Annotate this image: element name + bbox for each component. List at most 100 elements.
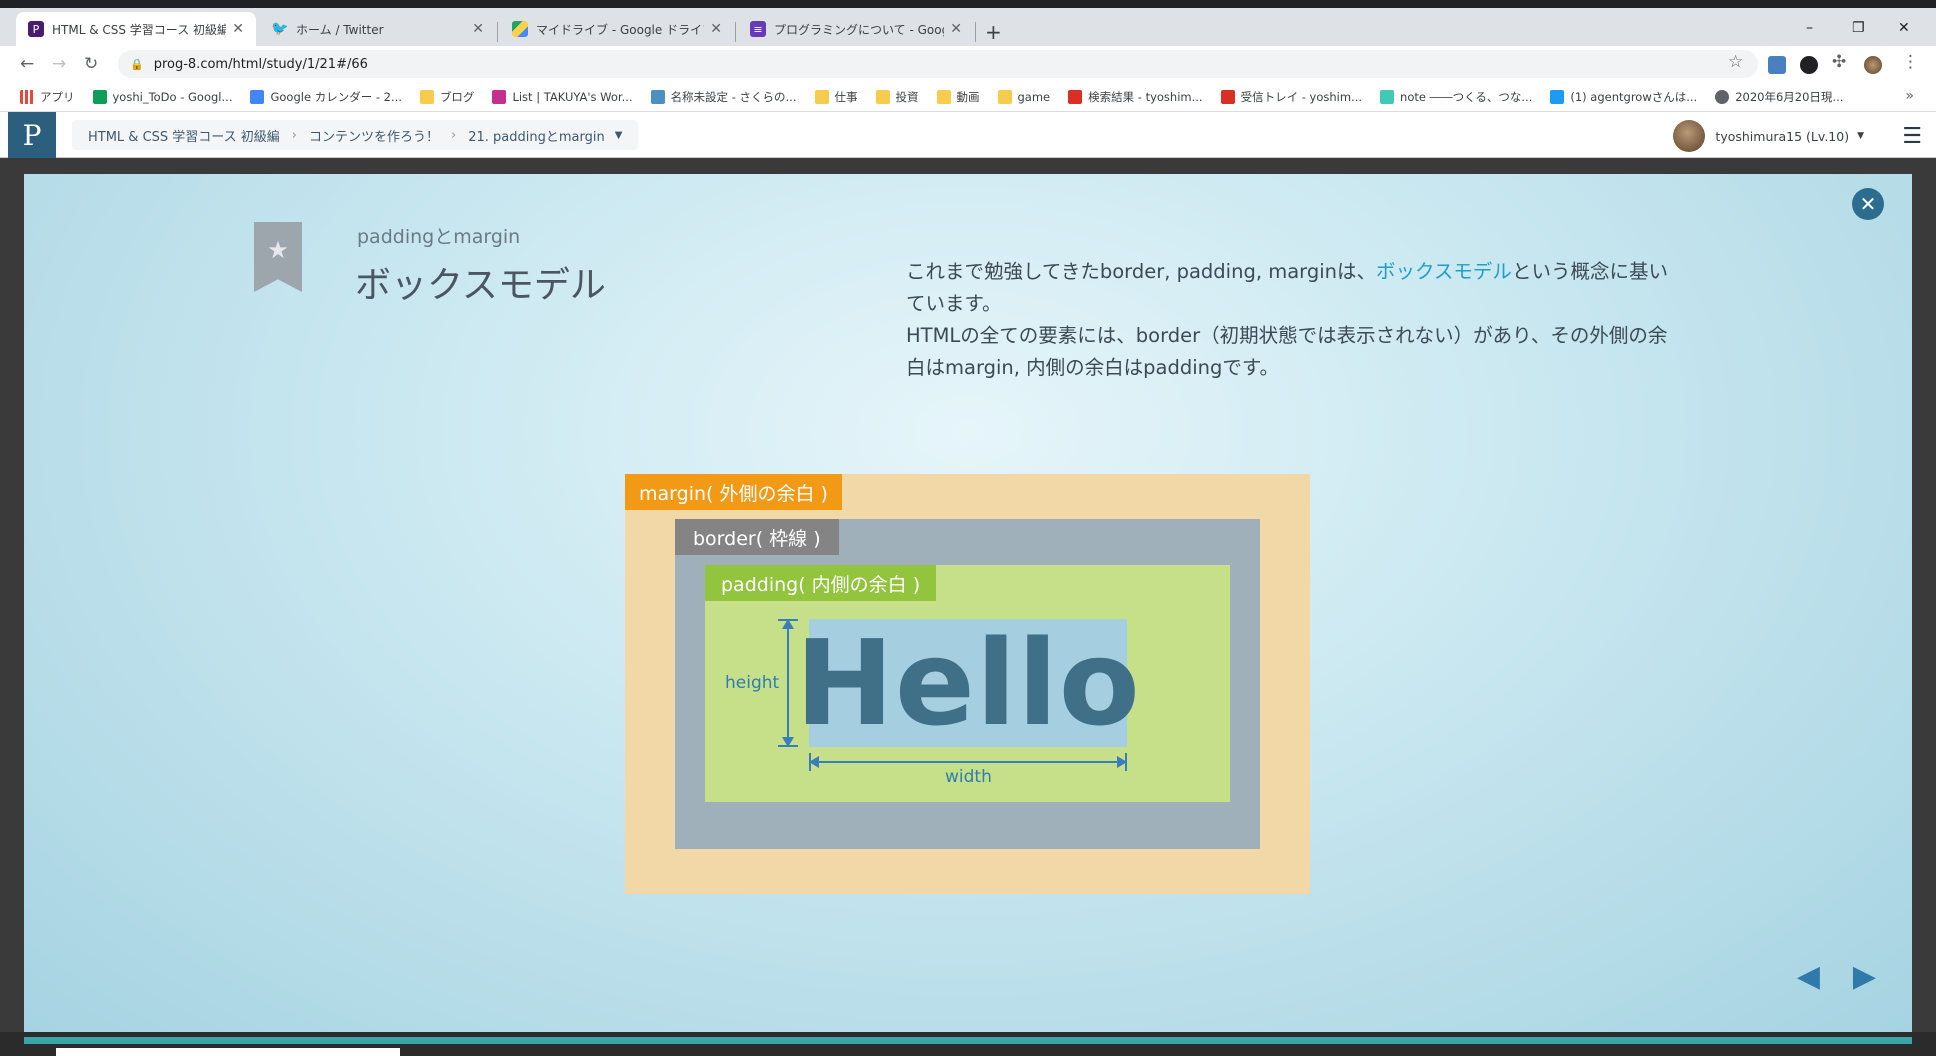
- bookmark-item[interactable]: Google カレンダー - 2...: [250, 89, 402, 105]
- tab-progate[interactable]: P HTML & CSS 学習コース 初級編 | プ ✕: [16, 12, 256, 46]
- bookmarks-overflow-button[interactable]: »: [1905, 88, 1914, 104]
- margin-label: margin( 外側の余白 ): [625, 474, 842, 510]
- apps-icon: [20, 89, 34, 104]
- bookmark-item[interactable]: 受信トレイ - yoshim...: [1220, 89, 1363, 105]
- tab-drive[interactable]: マイドライブ - Google ドライブ ✕: [500, 12, 734, 46]
- bookmark-label: ブログ: [439, 89, 475, 104]
- close-icon[interactable]: ✕: [472, 21, 484, 37]
- restore-button[interactable]: ❐: [1852, 20, 1865, 36]
- site-header: P HTML & CSS 学習コース 初級編 › コンテンツを作ろう！ › 21…: [0, 112, 1936, 158]
- bookmark-folder[interactable]: ブログ: [419, 89, 475, 105]
- chevron-right-icon: ›: [291, 127, 297, 143]
- bookmark-item[interactable]: List | TAKUYA's Wor...: [492, 89, 633, 104]
- breadcrumb-course[interactable]: HTML & CSS 学習コース 初級編: [88, 126, 280, 145]
- bookmark-item[interactable]: 検索結果 - tyoshim...: [1068, 89, 1203, 105]
- bookmark-item[interactable]: yoshi_ToDo - Googl...: [92, 89, 233, 104]
- height-label: height: [725, 673, 780, 693]
- user-name: tyoshimura15 (Lv.10): [1715, 128, 1850, 144]
- extension-icon[interactable]: [1800, 56, 1818, 74]
- height-arrow: [787, 619, 789, 747]
- bookmarks-bar: アプリ yoshi_ToDo - Googl... Google カレンダー -…: [0, 82, 1936, 112]
- site-icon: [650, 89, 665, 104]
- tab-title: HTML & CSS 学習コース 初級編 | プ: [52, 22, 227, 37]
- puzzle-icon[interactable]: ✣: [1832, 52, 1846, 72]
- window-close-button[interactable]: ✕: [1898, 20, 1910, 36]
- folder-icon: [936, 89, 951, 104]
- prev-slide-button[interactable]: ◀: [1797, 959, 1820, 994]
- bookmark-item[interactable]: 名称未設定 - さくらの...: [650, 89, 797, 105]
- reload-icon[interactable]: ↻: [84, 54, 98, 74]
- bookmark-label: Google カレンダー - 2...: [270, 89, 402, 104]
- tab-divider: [497, 22, 498, 42]
- minimize-button[interactable]: –: [1806, 20, 1813, 36]
- sheets-icon: [92, 89, 107, 104]
- close-icon[interactable]: ✕: [710, 21, 722, 37]
- arrow-up-icon: [782, 619, 794, 629]
- caret-down-icon[interactable]: ▼: [615, 130, 623, 141]
- folder-icon: [419, 89, 434, 104]
- progress-strip: [24, 1037, 1912, 1044]
- bookmark-folder[interactable]: 動画: [936, 89, 980, 105]
- bookmark-folder[interactable]: 仕事: [814, 89, 858, 105]
- twitter-icon: [1550, 89, 1565, 104]
- hamburger-icon[interactable]: ☰: [1902, 124, 1922, 149]
- margin-box: margin( 外側の余白 ) border( 枠線 ) padding( 内側…: [625, 474, 1310, 894]
- close-icon[interactable]: ✕: [950, 21, 962, 37]
- progate-icon: P: [28, 21, 44, 37]
- tab-twitter[interactable]: 🐦 ホーム / Twitter ✕: [260, 12, 496, 46]
- padding-label: padding( 内側の余白 ): [705, 565, 937, 601]
- bookmark-item[interactable]: 2020年6月20日現...: [1715, 89, 1843, 105]
- bookmark-item[interactable]: アプリ: [20, 89, 75, 105]
- tab-divider: [975, 22, 976, 42]
- bookmark-folder[interactable]: 投資: [875, 89, 919, 105]
- padding-box: padding( 内側の余白 ) Hello height width: [705, 565, 1230, 802]
- bookmark-ribbon-icon[interactable]: ★: [254, 222, 302, 292]
- slide-title: ボックスモデル: [355, 265, 606, 306]
- new-tab-button[interactable]: +: [985, 20, 1002, 44]
- border-label: border( 枠線 ): [675, 519, 839, 555]
- menu-dots-icon[interactable]: ⋮: [1902, 52, 1919, 72]
- bookmark-label: 検索結果 - tyoshim...: [1088, 89, 1203, 104]
- breadcrumb-chapter[interactable]: コンテンツを作ろう！: [309, 126, 439, 145]
- tab-divider: [735, 22, 736, 42]
- caret-down-icon: ▼: [1857, 131, 1864, 141]
- width-arrow: [809, 761, 1127, 763]
- bookmark-label: note ――つくる、つな...: [1400, 89, 1533, 104]
- width-label: width: [945, 767, 992, 787]
- note-icon: [1380, 89, 1395, 104]
- footer-block: [56, 1048, 400, 1056]
- close-icon[interactable]: ✕: [232, 21, 244, 37]
- close-icon[interactable]: ✕: [1852, 188, 1884, 220]
- avatar: [1673, 120, 1706, 152]
- bookmark-label: yoshi_ToDo - Googl...: [112, 89, 233, 104]
- address-bar[interactable]: 🔒 prog-8.com/html/study/1/21#/66: [118, 50, 1758, 78]
- forward-icon[interactable]: →: [52, 54, 66, 74]
- arrow-right-icon: [1117, 756, 1127, 768]
- extension-icon[interactable]: [1768, 56, 1786, 74]
- calendar-icon: [250, 89, 265, 104]
- forms-icon: ≡: [750, 21, 766, 37]
- breadcrumb: HTML & CSS 学習コース 初級編 › コンテンツを作ろう！ › 21. …: [72, 120, 639, 150]
- progate-logo[interactable]: P: [8, 112, 56, 158]
- tab-title: ホーム / Twitter: [296, 22, 384, 37]
- tab-strip: P HTML & CSS 学習コース 初級編 | プ ✕ 🐦 ホーム / Twi…: [0, 0, 1936, 46]
- bookmark-item[interactable]: (1) agentgrowさんは...: [1550, 89, 1697, 105]
- chevron-right-icon: ›: [451, 127, 457, 143]
- profile-avatar[interactable]: [1864, 56, 1882, 74]
- bookmark-folder[interactable]: game: [997, 89, 1050, 104]
- tab-forms[interactable]: ≡ プログラミングについて - Google フォー ✕: [738, 12, 974, 46]
- user-menu[interactable]: tyoshimura15 (Lv.10) ▼: [1673, 120, 1864, 152]
- bookmark-label: 受信トレイ - yoshim...: [1240, 89, 1363, 104]
- url-text: prog-8.com/html/study/1/21#/66: [153, 56, 368, 72]
- star-icon[interactable]: ☆: [1728, 52, 1743, 72]
- slide-subtitle: paddingとmargin: [357, 226, 521, 248]
- site-viewport: P HTML & CSS 学習コース 初級編 › コンテンツを作ろう！ › 21…: [0, 112, 1936, 1056]
- gmail-icon: [1068, 89, 1083, 104]
- breadcrumb-lesson[interactable]: 21. paddingとmargin: [468, 126, 604, 145]
- bookmark-item[interactable]: note ――つくる、つな...: [1380, 89, 1532, 105]
- back-icon[interactable]: ←: [20, 54, 34, 74]
- bookmark-label: アプリ: [40, 89, 75, 104]
- tab-title: プログラミングについて - Google フォー: [774, 22, 944, 37]
- next-slide-button[interactable]: ▶: [1853, 959, 1876, 994]
- globe-icon: [1715, 89, 1730, 104]
